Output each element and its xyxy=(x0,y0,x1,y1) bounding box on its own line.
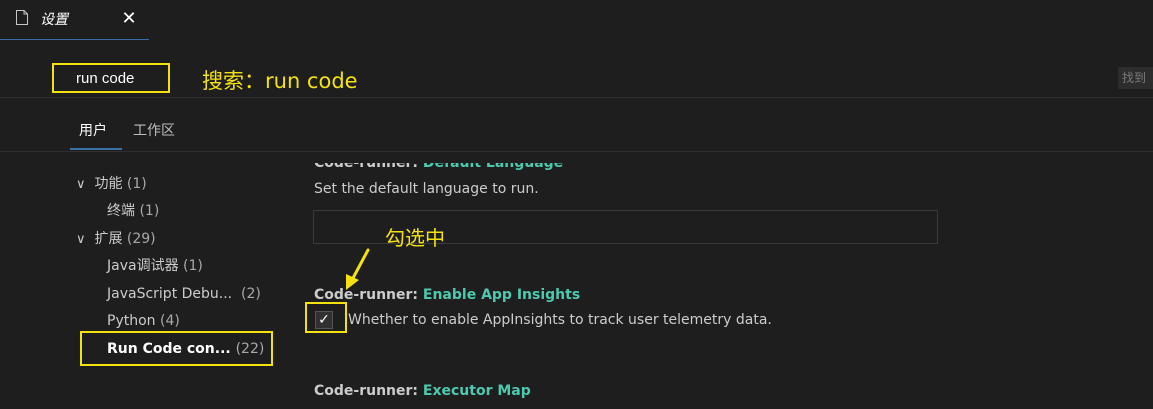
toc-item-terminal[interactable]: 终端 (1) xyxy=(107,201,159,221)
toc-item-label: Python xyxy=(107,313,156,329)
search-annotation: 搜索：run code xyxy=(202,69,358,93)
chevron-down-icon: ∨ xyxy=(76,177,86,192)
toc-item-count: (4) xyxy=(159,313,180,329)
toc-item-features[interactable]: ∨ 功能 (1) xyxy=(76,174,147,195)
setting-category: Code-runner: xyxy=(314,287,423,303)
settings-toc: ∨ 功能 (1) 终端 (1) ∨ 扩展 (29) Java调试器 (1) Ja… xyxy=(0,160,300,409)
toc-item-count: (1) xyxy=(183,258,203,274)
toc-item-label: 终端 xyxy=(107,203,135,219)
toc-item-count: (29) xyxy=(126,231,156,247)
active-tab-indicator xyxy=(70,148,122,150)
toc-item-label: 扩展 xyxy=(94,231,123,247)
toc-item-count: (1) xyxy=(126,176,147,192)
setting-description-enable-app-insights: Whether to enable AppInsights to track u… xyxy=(348,312,772,328)
toc-item-extensions[interactable]: ∨ 扩展 (29) xyxy=(76,229,156,250)
checked-annotation: 勾选中 xyxy=(385,226,445,250)
checkbox-highlight-box xyxy=(305,302,347,333)
settings-list: Code-runner: Default Language Set the de… xyxy=(300,152,1153,409)
toc-item-javascript-debugger[interactable]: JavaScript Debu... (2) xyxy=(107,284,261,304)
toc-item-count: (1) xyxy=(139,203,160,219)
search-row: 搜索：run code 找到 xyxy=(0,58,1153,98)
toc-item-label: Java调试器 xyxy=(107,258,179,274)
setting-title-executor-map: Code-runner: Executor Map xyxy=(314,382,531,400)
toc-item-count: (2) xyxy=(241,286,261,302)
search-input[interactable] xyxy=(52,63,170,93)
toc-item-python[interactable]: Python (4) xyxy=(107,311,180,331)
scope-tabs: 用户 工作区 xyxy=(0,110,1153,152)
results-count-badge: 找到 xyxy=(1118,67,1153,89)
setting-title-enable-app-insights: Code-runner: Enable App Insights xyxy=(314,286,580,304)
setting-name: Executor Map xyxy=(422,383,531,399)
toc-item-java-debugger[interactable]: Java调试器 (1) xyxy=(107,256,203,276)
toc-item-label: JavaScript Debu... xyxy=(107,286,233,302)
settings-tab[interactable]: 设置 ✕ xyxy=(0,0,149,40)
setting-name: Enable App Insights xyxy=(422,287,581,303)
close-icon[interactable]: ✕ xyxy=(120,10,138,28)
setting-category: Code-runner: xyxy=(314,383,423,399)
settings-editor: 设置 ✕ 搜索：run code 找到 用户 工作区 ∨ 功能 (1) 终端 (… xyxy=(0,0,1153,409)
setting-description-default-language: Set the default language to run. xyxy=(314,181,539,197)
tab-title: 设置 xyxy=(40,12,68,28)
setting-title-default-language: Code-runner: Default Language xyxy=(314,155,564,172)
setting-name: Default Language xyxy=(422,155,564,171)
toc-highlight-box xyxy=(80,331,273,366)
chevron-down-icon: ∨ xyxy=(76,232,86,247)
tab-workspace[interactable]: 工作区 xyxy=(133,122,175,140)
tab-user[interactable]: 用户 xyxy=(79,122,107,140)
setting-category: Code-runner: xyxy=(314,155,423,171)
tab-bar: 设置 ✕ xyxy=(0,0,1153,42)
file-icon xyxy=(16,10,28,25)
toc-item-label: 功能 xyxy=(94,176,123,192)
